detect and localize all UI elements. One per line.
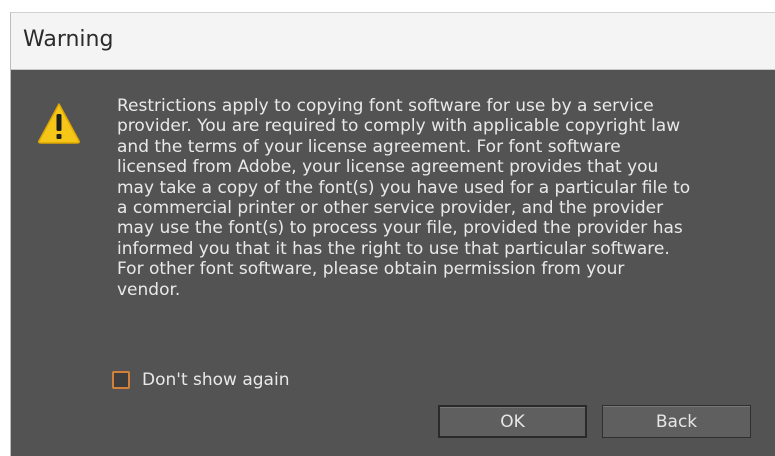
message-line: licensed from Adobe, your license agreem… [117,157,659,178]
message-line: provider. You are required to comply wit… [117,116,681,137]
message-line: Restrictions apply to copying font softw… [117,96,654,116]
dont-show-again-checkbox[interactable] [112,371,130,389]
message-line: informed you that it has the right to us… [117,238,670,259]
title-bar: Warning [11,13,775,70]
message-line: For other font software, please obtain p… [117,259,625,280]
dont-show-again-option[interactable]: Don't show again [112,368,289,392]
dont-show-again-label: Don't show again [142,370,290,390]
message-line: a commercial printer or other service pr… [117,198,664,219]
warning-icon [38,103,80,144]
warning-message: Restrictions apply to copying font softw… [117,96,755,300]
message-line: vendor. [117,279,181,300]
message-line: may use the font(s) to process your file… [117,218,683,239]
warning-dialog: Warning Restrictions apply to copying fo… [10,12,775,456]
back-button[interactable]: Back [602,405,751,438]
message-line: may take a copy of the font(s) you have … [117,177,691,198]
ok-button[interactable]: OK [438,405,587,438]
dialog-title: Warning [23,27,114,52]
message-line: and the terms of your license agreement.… [117,136,621,157]
